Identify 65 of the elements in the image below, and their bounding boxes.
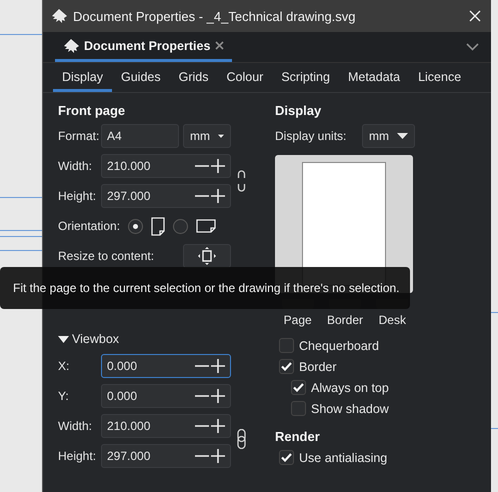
tab[interactable]: Metadata bbox=[338, 65, 410, 92]
section-heading: Front page bbox=[58, 102, 126, 120]
field-label: X: bbox=[58, 359, 70, 373]
plus-icon[interactable] bbox=[211, 449, 225, 463]
field-label: Orientation: bbox=[58, 219, 120, 233]
app-logo-icon bbox=[63, 38, 79, 52]
portrait-page-icon bbox=[151, 216, 166, 236]
unlinked-chain-icon[interactable] bbox=[237, 168, 246, 194]
section-heading: Render bbox=[275, 428, 321, 446]
unit-dropdown[interactable]: mm bbox=[362, 124, 415, 148]
window-title: Document Properties - _4_Technical drawing.svg bbox=[73, 8, 357, 24]
checkbox[interactable]: Use antialiasing bbox=[279, 447, 415, 468]
dropdown-caret-icon bbox=[218, 132, 224, 140]
check-icon bbox=[281, 453, 292, 462]
guide-line bbox=[0, 236, 42, 237]
field-label: Display units: bbox=[275, 129, 346, 143]
tab[interactable]: Colour bbox=[217, 65, 272, 92]
number-field[interactable]: 297.000 bbox=[101, 444, 231, 468]
field-label: Height: bbox=[58, 189, 98, 203]
plus-icon[interactable] bbox=[211, 389, 225, 403]
checkbox[interactable]: Chequerboard bbox=[279, 335, 415, 356]
unit-dropdown[interactable]: mm bbox=[183, 124, 231, 148]
radio-button[interactable] bbox=[173, 218, 188, 234]
field-label: Resize to content: bbox=[58, 249, 156, 263]
number-field[interactable]: 210.000 bbox=[101, 154, 231, 178]
fit-page-icon bbox=[198, 247, 216, 265]
chevron-icon[interactable] bbox=[466, 43, 479, 51]
check-icon bbox=[293, 383, 304, 392]
guide-line bbox=[0, 250, 42, 251]
expander[interactable]: Viewbox bbox=[58, 327, 260, 351]
radio-button[interactable] bbox=[128, 218, 144, 234]
number-field[interactable]: 0.000 bbox=[101, 384, 231, 408]
field-label: Width: bbox=[58, 159, 94, 173]
number-field[interactable]: 210.000 bbox=[101, 414, 231, 438]
tab[interactable]: Scripting bbox=[272, 65, 339, 92]
chain-link-icon[interactable] bbox=[237, 429, 246, 449]
guide-line bbox=[0, 197, 42, 198]
tab[interactable]: Licence bbox=[409, 65, 470, 92]
app-logo-icon bbox=[51, 8, 67, 24]
number-field[interactable]: 0.000 bbox=[101, 354, 231, 378]
guide-line bbox=[0, 34, 42, 35]
landscape-page-icon bbox=[196, 219, 216, 233]
tab[interactable]: Guides bbox=[112, 65, 170, 92]
field-label: Height: bbox=[58, 449, 98, 463]
tooltip: Fit the page to the current selection or the drawing if there's no selection. bbox=[0, 267, 410, 309]
guide-line bbox=[0, 230, 42, 231]
triangle-icon bbox=[58, 334, 69, 344]
section-heading: Display bbox=[275, 102, 322, 120]
checkbox[interactable]: Always on top bbox=[291, 377, 415, 398]
checkbox[interactable]: Border bbox=[279, 356, 415, 377]
plus-icon[interactable] bbox=[211, 419, 225, 433]
tab[interactable]: Grids bbox=[170, 65, 218, 92]
plus-icon[interactable] bbox=[211, 189, 225, 203]
dropdown-caret-icon bbox=[397, 132, 408, 140]
plus-icon[interactable] bbox=[211, 359, 225, 373]
close-icon[interactable] bbox=[215, 41, 224, 50]
resize-to-content-button[interactable] bbox=[183, 244, 231, 268]
field-label: Width: bbox=[58, 419, 94, 433]
field-label: Y: bbox=[58, 389, 70, 403]
plus-icon[interactable] bbox=[211, 159, 225, 173]
format-field[interactable]: A4 bbox=[101, 124, 179, 148]
checkbox[interactable]: Show shadow bbox=[291, 398, 415, 419]
number-field[interactable]: 297.000 bbox=[101, 184, 231, 208]
field-label: Format: bbox=[58, 129, 100, 143]
check-icon bbox=[281, 362, 292, 371]
